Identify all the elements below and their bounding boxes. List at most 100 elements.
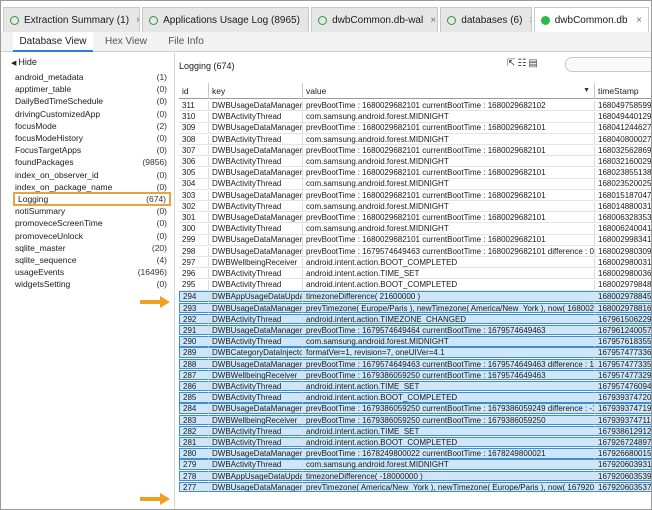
filter-icon[interactable]: ⇱ [507,58,517,69]
cell-value: android.intent.action.BOOT_COMPLETED [303,437,595,448]
hide-toggle[interactable]: ◀ Hide [11,57,37,67]
cell-value: prevBootTime : 1678249800022 currentBoot… [303,448,595,459]
sidebar-item-table[interactable]: drivingCustomizedApp (0) [15,108,167,120]
table-row[interactable]: 308 DWBActivityThread com.samsung.android.… [179,134,651,145]
sidebar-item-table[interactable]: apptimer_table (0) [15,83,167,95]
arrow-right-icon [140,296,170,308]
table-row[interactable]: 291 DWBUsageDataManager prevBootTime : 167… [179,325,651,336]
table-row[interactable]: 297 DWBWellbeingReceiver android.intent.ac… [179,257,651,269]
column-header-timestamp[interactable]: timeStamp [595,83,651,99]
cell-ts: 1679206035392 [595,470,651,481]
close-icon[interactable]: × [636,15,642,26]
cell-key: DWBActivityThread [209,179,303,190]
cell-ts: 1680029788164 [595,302,651,313]
sidebar-item-table[interactable]: promoveceUnlock (0) [15,230,167,242]
table-count: (0) [156,108,167,119]
column-header-value[interactable]: value ▼ [303,83,595,99]
tab-hex-view[interactable]: Hex View [101,32,151,52]
table-row[interactable]: 304 DWBActivityThread com.samsung.android.… [179,179,651,190]
table-row[interactable]: 289 DWBCategoryDataInjector formatVer=1, r… [179,347,651,358]
status-dot-icon [10,15,19,25]
cell-value: prevTimezone( Europe/Paris ), newTimezon… [303,302,595,313]
table-row[interactable]: 311 DWBUsageDataManager prevBootTime : 168… [179,101,651,112]
table-row[interactable]: 303 DWBUsageDataManager prevBootTime : 168… [179,190,651,201]
table-row[interactable]: 309 DWBUsageDataManager prevBootTime : 168… [179,123,651,134]
table-row[interactable]: 293 DWBUsageDataManager prevTimezone( Euro… [179,302,651,313]
columns-icon[interactable]: ▤ [528,58,539,69]
table-row[interactable]: 279 DWBActivityThread com.samsung.android.… [179,459,651,470]
column-header-key[interactable]: key [209,83,303,99]
sidebar-item-table[interactable]: Logging (674) [13,192,171,206]
cell-ts: 1680325628692 [595,146,651,157]
sidebar-item-table[interactable]: sqlite_master (20) [15,242,167,254]
sidebar-item-table[interactable]: DailyBedTimeSchedule (0) [15,95,167,107]
cell-value: prevBootTime : 1679386059250 currentBoot… [303,414,595,425]
sidebar-item-table[interactable]: focusModeHistory (0) [15,132,167,144]
table-row[interactable]: 285 DWBActivityThread android.intent.actio… [179,392,651,403]
cell-id: 288 [179,358,209,369]
tab-bar: Extraction Summary (1)×Applications Usag… [3,7,651,32]
close-icon[interactable]: × [307,15,308,26]
tab-database-view[interactable]: Database View [13,32,93,52]
tab-2[interactable]: dwbCommon.db-wal × [311,7,439,32]
sidebar-item-table[interactable]: usageEvents (16496) [15,266,167,278]
table-row[interactable]: 278DWBAppUsageDataUpdatertimezoneDiffere… [179,470,651,481]
table-row[interactable]: 299 DWBUsageDataManager prevBootTime : 168… [179,235,651,246]
tab-0[interactable]: Extraction Summary (1) × [3,7,141,32]
tab-1[interactable]: Applications Usage Log (8965) × [142,7,310,32]
table-row[interactable]: 296 DWBActivityThread android.intent.actio… [179,269,651,280]
cell-value: prevBootTime : 1679574649463 currentBoot… [303,358,595,369]
table-row[interactable]: 283 DWBWellbeingReceiver prevBootTime : 16… [179,414,651,425]
sidebar-item-table[interactable]: widgetsSetting (0) [15,278,167,290]
table-row[interactable]: 284 DWBUsageDataManager prevBootTime : 167… [179,403,651,414]
sidebar-item-table[interactable]: notiSummary (0) [15,205,167,217]
column-header-row: id key value ▼ timeStamp [179,83,651,99]
table-row[interactable]: 286 DWBActivityThread android.intent.actio… [179,381,651,392]
table-row[interactable]: 287 DWBWellbeingReceiver prevBootTime : 16… [179,369,651,381]
table-row[interactable]: 310 DWBActivityThread com.samsung.android.… [179,112,651,123]
sidebar-item-table[interactable]: FocusTargetApps (0) [15,144,167,156]
table-row[interactable]: 300 DWBActivityThread com.samsung.android.… [179,224,651,235]
tab-file-info[interactable]: File Info [161,32,211,52]
table-row[interactable]: 282 DWBActivityThread android.intent.actio… [179,425,651,437]
table-row[interactable]: 298 DWBUsageDataManager prevBootTime : 167… [179,246,651,257]
cell-id: 279 [179,459,209,470]
table-row[interactable]: 295 DWBActivityThread android.intent.actio… [179,280,651,291]
table-row[interactable]: 288 DWBUsageDataManager prevBootTime : 167… [179,358,651,369]
cell-key: DWBUsageDataManager [209,403,303,414]
sidebar-item-table[interactable]: index_on_observer_id (0) [15,169,167,181]
column-header-id[interactable]: id [179,83,209,99]
table-row[interactable]: 301 DWBUsageDataManager prevBootTime : 168… [179,213,651,224]
table-row[interactable]: 294DWBAppUsageDataUpdatertimezoneDiffere… [179,291,651,302]
table-count: (1) [156,72,167,82]
filter-input[interactable] [565,57,651,72]
sidebar-item-table[interactable]: index_on_package_name (0) [15,181,167,193]
close-icon[interactable]: × [136,15,139,26]
table-row[interactable]: 292 DWBActivityThread android.intent.actio… [179,313,651,325]
export-icon[interactable]: ☷ [517,58,528,69]
tab-3[interactable]: databases (6) × [440,7,532,32]
sidebar-item-table[interactable]: android_metadata (1) [15,71,167,83]
table-row[interactable]: 281 DWBActivityThread android.intent.actio… [179,437,651,448]
cell-value: formatVer=1, revision=7, oneUIVer=4.1 [303,347,595,358]
sidebar-item-table[interactable]: promoveceScreenTime (0) [15,217,167,229]
table-row[interactable]: 307 DWBUsageDataManager prevBootTime : 168… [179,145,651,157]
table-row[interactable]: 277 DWBUsageDataManager prevTimezone( Amer… [179,481,651,493]
sidebar-item-table[interactable]: sqlite_sequence (4) [15,254,167,266]
table-row[interactable]: 305 DWBUsageDataManager prevBootTime : 168… [179,168,651,179]
sidebar-item-table[interactable]: foundPackages (9856) [15,156,167,168]
sidebar-item-table[interactable]: focusMode (2) [15,120,167,132]
table-name: FocusTargetApps [15,145,82,156]
table-row[interactable]: 290 DWBActivityThread com.samsung.android.… [179,336,651,347]
cell-key: DWBWellbeingReceiver [209,369,303,381]
cell-value: com.samsung.android.forest.MIDNIGHT [303,134,595,145]
cell-key: DWBActivityThread [209,201,303,213]
tab-4[interactable]: dwbCommon.db × [533,7,649,32]
cell-key: DWBActivityThread [209,392,303,403]
table-row[interactable]: 306 DWBActivityThread com.samsung.android.… [179,157,651,168]
table-row[interactable]: 280 DWBUsageDataManager prevBootTime : 167… [179,448,651,459]
table-row[interactable]: 302 DWBActivityThread com.samsung.android.… [179,201,651,213]
close-icon[interactable]: × [529,15,530,26]
close-icon[interactable]: × [430,15,436,26]
cell-ts: 1679393747118 [595,414,651,425]
